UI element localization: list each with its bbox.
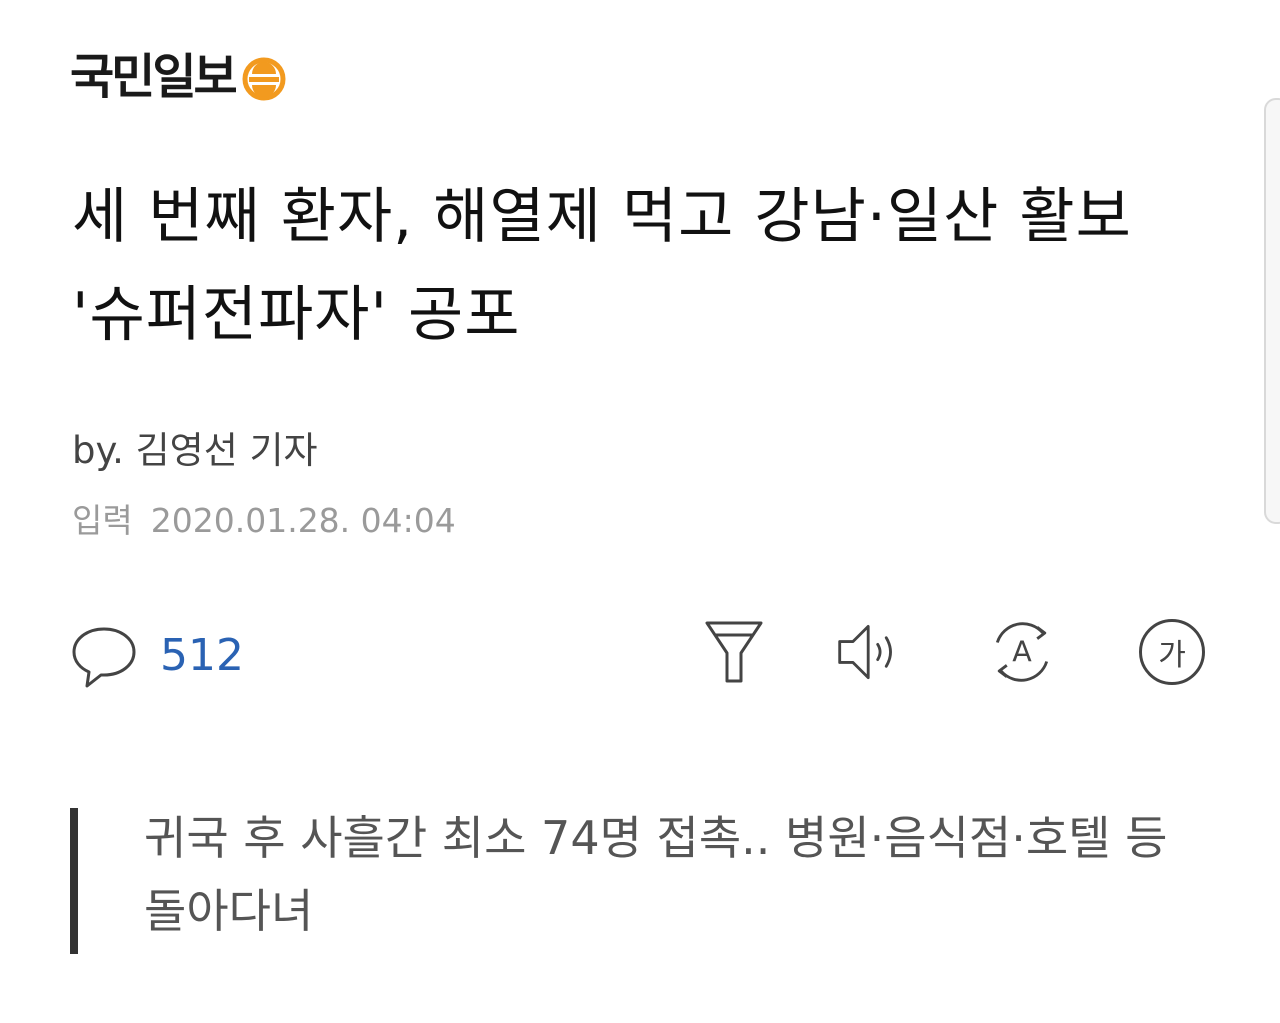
article-subtitle: 귀국 후 사흘간 최소 74명 접촉.. 병원·음식점·호텔 등 돌아다녀 — [144, 811, 1168, 938]
date-value: 2020.01.28. 04:04 — [150, 501, 456, 540]
article-dateline: 입력 2020.01.28. 04:04 — [72, 498, 456, 544]
article-subtitle-block: 귀국 후 사흘간 최소 74명 접촉.. 병원·음식점·호텔 등 돌아다녀 — [70, 808, 1190, 954]
filter-funnel-icon — [705, 621, 763, 683]
font-size-icon: 가 — [1139, 619, 1205, 685]
comment-count: 512 — [160, 630, 244, 681]
translate-icon: A — [995, 622, 1049, 682]
comment-button[interactable]: 512 — [70, 620, 244, 692]
text-to-speech-button[interactable] — [834, 614, 910, 690]
publisher-logo[interactable]: 국민일보 — [70, 46, 287, 108]
font-size-button[interactable]: 가 — [1134, 614, 1210, 690]
scroll-indicator[interactable] — [1264, 98, 1280, 524]
date-label: 입력 — [72, 501, 133, 540]
translate-glyph: A — [1012, 636, 1032, 669]
speech-bubble-icon — [72, 627, 136, 688]
filter-button[interactable] — [696, 614, 772, 690]
publisher-logo-text: 국민일보 — [70, 49, 238, 105]
publisher-emblem-icon — [242, 57, 286, 101]
speaker-icon — [838, 624, 892, 680]
font-size-glyph: 가 — [1158, 638, 1186, 673]
article-byline: by. 김영선 기자 — [72, 429, 318, 472]
article-title: 세 번째 환자, 해열제 먹고 강남·일산 활보 '슈퍼전파자' 공포 — [72, 182, 1132, 350]
translate-button[interactable]: A — [984, 614, 1060, 690]
